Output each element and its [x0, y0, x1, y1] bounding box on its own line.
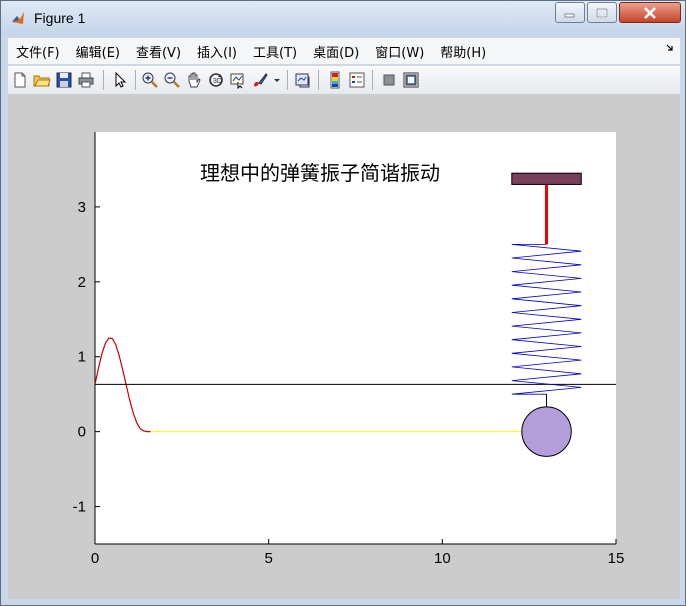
- menu-help[interactable]: 帮助(H): [432, 42, 494, 61]
- window-title: Figure 1: [34, 10, 86, 26]
- select-arrow-icon[interactable]: [111, 71, 129, 89]
- axes-background: [95, 132, 616, 544]
- toolbar-separator: [135, 70, 136, 90]
- menu-insert[interactable]: 插入(I): [189, 42, 245, 61]
- zoom-in-icon[interactable]: [141, 71, 159, 89]
- chart-title: 理想中的弹簧振子简谐振动: [200, 161, 440, 185]
- x-tick-label: 0: [91, 550, 99, 567]
- new-figure-icon[interactable]: [11, 71, 29, 89]
- colorbar-icon[interactable]: [326, 71, 344, 89]
- y-tick-label: 3: [78, 199, 86, 216]
- toolbar-separator: [318, 70, 319, 90]
- show-plot-tools-icon[interactable]: [402, 71, 420, 89]
- menu-window[interactable]: 窗口(W): [367, 42, 432, 61]
- brush-icon[interactable]: [251, 71, 269, 89]
- matlab-logo-icon: [12, 12, 24, 24]
- data-cursor-icon[interactable]: [229, 71, 247, 89]
- x-tick-label: 10: [434, 550, 451, 567]
- y-tick-label: 1: [78, 349, 86, 366]
- menu-bar: 文件(F) 编辑(E) 查看(V) 插入(I) 工具(T) 桌面(D) 窗口(W…: [8, 38, 680, 64]
- zoom-out-icon[interactable]: [163, 71, 181, 89]
- svg-text:3D: 3D: [213, 78, 222, 85]
- hide-plot-tools-icon[interactable]: [380, 71, 398, 89]
- y-tick-label: 2: [78, 274, 86, 291]
- pan-hand-icon[interactable]: [185, 71, 203, 89]
- legend-icon[interactable]: [348, 71, 366, 89]
- menu-desktop[interactable]: 桌面(D): [305, 42, 367, 61]
- dock-arrow-icon[interactable]: [666, 44, 674, 52]
- toolbar-separator: [372, 70, 373, 90]
- minimize-icon: [564, 13, 575, 17]
- close-icon: [644, 6, 656, 19]
- x-tick-label: 5: [264, 550, 272, 567]
- figure-window: Figure 1 文件(F) 编辑(E) 查看(V) 插入(I) 工具(T) 桌…: [0, 0, 686, 606]
- figure-toolbar: 3D: [8, 65, 680, 95]
- title-bar[interactable]: Figure 1: [1, 1, 685, 35]
- support-plate: [511, 172, 582, 185]
- oscillator-mass: [521, 406, 572, 457]
- rotate-3d-icon[interactable]: 3D: [207, 71, 225, 89]
- figure-canvas-area: 0 5 10 15 -1 0 1 2 3 理想中的弹簧振子简谐振动: [8, 94, 680, 599]
- toolbar-separator: [103, 70, 104, 90]
- maximize-button[interactable]: [587, 2, 617, 23]
- maximize-icon: [596, 7, 608, 18]
- link-plot-icon[interactable]: [294, 71, 312, 89]
- menu-edit[interactable]: 编辑(E): [68, 42, 128, 61]
- plot-canvas[interactable]: 0 5 10 15 -1 0 1 2 3 理想中的弹簧振子简谐振动: [8, 94, 680, 599]
- print-icon[interactable]: [77, 71, 95, 89]
- brush-dropdown-icon[interactable]: [272, 71, 282, 89]
- save-icon[interactable]: [55, 71, 73, 89]
- y-tick-label: 0: [78, 424, 86, 441]
- toolbar-separator: [287, 70, 288, 90]
- close-button[interactable]: [619, 2, 681, 23]
- menu-tools[interactable]: 工具(T): [245, 42, 305, 61]
- menu-file[interactable]: 文件(F): [8, 42, 68, 61]
- open-file-icon[interactable]: [33, 71, 51, 89]
- y-tick-label: -1: [73, 499, 86, 516]
- x-tick-label: 15: [608, 550, 625, 567]
- minimize-button[interactable]: [555, 2, 585, 23]
- menu-view[interactable]: 查看(V): [128, 42, 189, 61]
